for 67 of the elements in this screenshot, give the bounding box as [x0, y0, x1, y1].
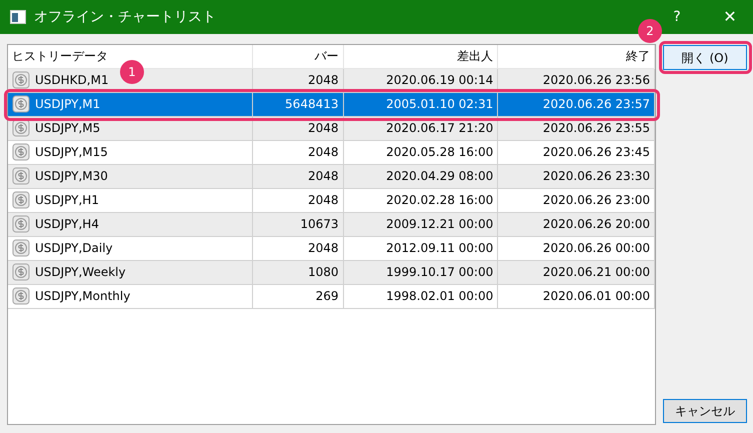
table-cell: 2020.06.01 00:00 [498, 284, 654, 308]
table-cell: 2009.12.21 00:00 [343, 212, 498, 236]
table-cell: 2020.02.28 16:00 [343, 188, 498, 212]
symbol-name: USDJPY,Monthly [35, 288, 130, 305]
cancel-button[interactable]: キャンセル [663, 399, 747, 423]
table-row[interactable]: USDJPY,H4 10673 2009.12.21 00:00 2020.06.26 20:00 [8, 212, 654, 236]
open-button[interactable]: 開く (O) [663, 45, 747, 70]
table-cell: 2020.06.26 23:45 [498, 140, 654, 164]
window-icon [10, 10, 26, 24]
dollar-icon [12, 95, 30, 113]
symbol-name: USDJPY,M30 [35, 168, 108, 185]
window-title: オフライン・チャートリスト [34, 8, 216, 26]
dollar-icon [12, 191, 30, 209]
table-cell: 2020.04.29 08:00 [343, 164, 498, 188]
dollar-icon [12, 167, 30, 185]
close-button[interactable]: ✕ [707, 5, 753, 29]
dollar-icon [12, 215, 30, 233]
table-cell: 2020.06.26 00:00 [498, 236, 654, 260]
table-cell: 1080 [252, 260, 343, 284]
table-cell: 2020.06.26 23:56 [498, 68, 654, 92]
symbol-name: USDJPY,M5 [35, 120, 100, 137]
table-cell: 2020.06.19 00:14 [343, 68, 498, 92]
symbol-name: USDJPY,H4 [35, 216, 99, 233]
table-cell: 1998.02.01 00:00 [343, 284, 498, 308]
table-cell: 2020.06.26 23:30 [498, 164, 654, 188]
symbol-name: USDJPY,Weekly [35, 264, 126, 281]
table-cell: 2020.06.26 23:55 [498, 116, 654, 140]
column-header[interactable]: 終了 [498, 45, 654, 68]
table-row[interactable]: USDJPY,M1 5648413 2005.01.10 02:31 2020.06.26 23:57 [8, 92, 654, 116]
dollar-icon [12, 263, 30, 281]
table-cell: 2048 [252, 164, 343, 188]
table-row[interactable]: USDJPY,Weekly 1080 1999.10.17 00:00 2020.06.21 00:00 [8, 260, 654, 284]
column-header[interactable]: 差出人 [343, 45, 498, 68]
table-cell: 2048 [252, 116, 343, 140]
dollar-icon [12, 119, 30, 137]
table-cell: 2020.06.17 21:20 [343, 116, 498, 140]
table-row[interactable]: USDJPY,Daily 2048 2012.09.11 00:00 2020.06.26 00:00 [8, 236, 654, 260]
table-cell: 2020.06.26 23:00 [498, 188, 654, 212]
column-header[interactable]: バー [252, 45, 343, 68]
dollar-icon [12, 71, 30, 89]
table-cell: 2020.06.26 23:57 [498, 92, 654, 116]
table-cell: 2005.01.10 02:31 [343, 92, 498, 116]
table-cell: 2048 [252, 140, 343, 164]
table-cell: 5648413 [252, 92, 343, 116]
step-badge: 2 [638, 19, 662, 43]
dollar-icon [12, 143, 30, 161]
table-row[interactable]: USDJPY,M30 2048 2020.04.29 08:00 2020.06.26 23:30 [8, 164, 654, 188]
table-cell: 10673 [252, 212, 343, 236]
dollar-icon [12, 239, 30, 257]
table-row[interactable]: USDJPY,M15 2048 2020.05.28 16:00 2020.06.26 23:45 [8, 140, 654, 164]
table-cell: 2020.06.21 00:00 [498, 260, 654, 284]
symbol-name: USDJPY,H1 [35, 192, 99, 209]
dollar-icon [12, 287, 30, 305]
symbol-name: USDJPY,M15 [35, 144, 108, 161]
table-cell: 269 [252, 284, 343, 308]
symbol-name: USDJPY,M1 [35, 96, 100, 113]
table-cell: 2012.09.11 00:00 [343, 236, 498, 260]
symbol-name: USDJPY,Daily [35, 240, 113, 257]
table-row[interactable]: USDJPY,H1 2048 2020.02.28 16:00 2020.06.26 23:00 [8, 188, 654, 212]
table-cell: 2048 [252, 236, 343, 260]
table-cell: 2048 [252, 188, 343, 212]
table-cell: 2020.06.26 20:00 [498, 212, 654, 236]
table-cell: 1999.10.17 00:00 [343, 260, 498, 284]
symbol-name: USDHKD,M1 [35, 72, 109, 89]
table-row[interactable]: USDJPY,Monthly 269 1998.02.01 00:00 2020.06.01 00:00 [8, 284, 654, 308]
table-cell: 2048 [252, 68, 343, 92]
table-cell: 2020.05.28 16:00 [343, 140, 498, 164]
